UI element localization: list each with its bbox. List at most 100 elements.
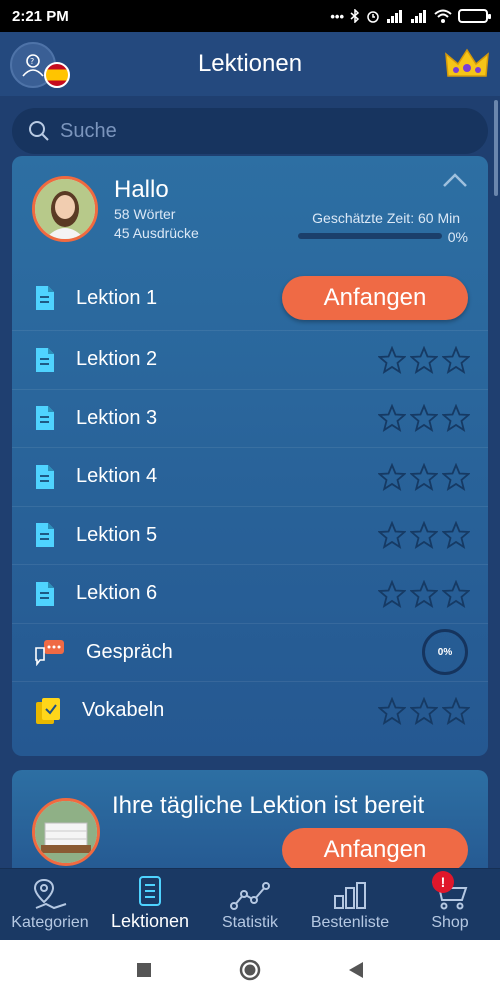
conversation-label: Gespräch: [86, 640, 173, 663]
star-icon: [410, 404, 438, 433]
calendar-image: [32, 798, 100, 866]
star-icon: [410, 696, 438, 725]
star-icon: [442, 345, 470, 374]
crown-icon[interactable]: [444, 46, 490, 82]
more-dots-icon: •••: [330, 8, 344, 24]
lesson-label: Lektion 3: [76, 406, 158, 429]
star-icon: [442, 462, 470, 491]
daily-start-button[interactable]: Anfangen: [282, 828, 468, 868]
star-icon: [442, 521, 470, 550]
nav-lessons-label: Lektionen: [110, 911, 190, 931]
lesson-row[interactable]: Lektion 1 Anfangen: [12, 266, 488, 330]
lesson-document-icon: [36, 581, 54, 606]
search-placeholder: Suche: [60, 119, 117, 142]
star-icon: [378, 404, 406, 433]
star-icon: [442, 579, 470, 608]
signal-icon: [387, 10, 402, 23]
nav-statistics-label: Statistik: [221, 914, 278, 931]
star-icon: [442, 404, 470, 433]
chevron-up-icon[interactable]: [442, 172, 468, 188]
vocabulary-row[interactable]: Vokabeln: [12, 681, 488, 740]
home-icon[interactable]: [238, 958, 262, 982]
nav-shop[interactable]: ! Shop: [400, 869, 500, 940]
lesson-row[interactable]: Lektion 4: [12, 447, 488, 506]
chat-bubbles-icon: [35, 640, 64, 667]
leaderboard-bars-icon: [334, 882, 366, 909]
scrollbar[interactable]: [494, 100, 498, 196]
star-icon: [410, 345, 438, 374]
conversation-progress-ring: 0%: [422, 629, 468, 676]
bottom-navigation: Kategorien Lektionen Statistik Bestenlis…: [0, 868, 500, 940]
star-icon: [410, 579, 438, 608]
shop-alert-badge: !: [432, 871, 454, 893]
lesson-rating: [378, 345, 470, 374]
lesson-label: Lektion 2: [76, 348, 158, 371]
star-icon: [410, 462, 438, 491]
vocabulary-cards-icon: [36, 697, 60, 724]
calendar-icon: [35, 801, 97, 863]
lesson-row[interactable]: Lektion 2: [12, 330, 488, 389]
stats-line-icon: [230, 882, 270, 910]
lesson-document-icon: [36, 406, 54, 431]
lessons-content[interactable]: Suche Hallo 58 Wörter 45 Ausdrücke Gesch…: [0, 96, 500, 868]
nav-leaderboard-label: Bestenliste: [310, 914, 390, 931]
lesson-rating: [378, 462, 470, 491]
nav-shop-label: Shop: [431, 914, 469, 931]
battery-icon: [458, 9, 491, 23]
lesson-rating: [378, 521, 470, 550]
lesson-rating: [378, 579, 470, 608]
start-lesson-button[interactable]: Anfangen: [282, 276, 468, 320]
lesson-label: Lektion 4: [76, 465, 158, 488]
lesson-list: Lektion 1 Anfangen Lektion 2 Lektion 3 Lekti…: [12, 266, 488, 740]
svg-text:?: ?: [30, 57, 34, 66]
star-icon: [378, 696, 406, 725]
nav-statistics[interactable]: Statistik: [200, 869, 300, 940]
system-navigation: [0, 940, 500, 1000]
nav-lessons[interactable]: Lektionen: [100, 869, 200, 940]
nav-categories-label: Kategorien: [11, 914, 89, 931]
course-progress-bar: [298, 233, 442, 239]
nav-categories[interactable]: Kategorien: [0, 869, 100, 940]
user-help-icon: ?: [22, 54, 44, 77]
lesson-document-icon: [36, 464, 54, 489]
lesson-row[interactable]: Lektion 3: [12, 388, 488, 448]
star-icon: [378, 521, 406, 550]
map-pin-icon: [33, 878, 67, 910]
nav-leaderboard[interactable]: Bestenliste: [300, 869, 400, 940]
back-icon[interactable]: [348, 961, 364, 979]
conversation-row[interactable]: Gespräch 0%: [12, 622, 488, 682]
lesson-row[interactable]: Lektion 5: [12, 505, 488, 565]
recent-apps-icon[interactable]: [136, 962, 152, 978]
star-icon: [378, 345, 406, 374]
spain-flag-icon[interactable]: [44, 62, 70, 88]
lesson-row[interactable]: Lektion 6: [12, 564, 488, 623]
daily-lesson-card: Ihre tägliche Lektion ist bereit Anfange…: [12, 770, 488, 868]
signal-icon-2: [411, 10, 426, 23]
lessons-book-icon: [139, 876, 161, 906]
daily-lesson-title: Ihre tägliche Lektion ist bereit: [112, 792, 425, 819]
course-card: Hallo 58 Wörter 45 Ausdrücke Geschätzte …: [12, 156, 488, 756]
app-header: ? Lektionen: [0, 32, 500, 96]
avatar: [32, 176, 98, 242]
search-input[interactable]: Suche: [12, 108, 488, 154]
wifi-icon: [434, 9, 452, 23]
phrases-count: 45 Ausdrücke: [114, 225, 199, 241]
lesson-label: Lektion 1: [76, 286, 158, 309]
course-progress-percent: 0%: [447, 229, 468, 245]
estimated-time: Geschätzte Zeit: 60 Min: [312, 210, 460, 226]
lesson-document-icon: [36, 286, 54, 310]
page-title: Lektionen: [197, 50, 303, 77]
star-icon: [378, 579, 406, 608]
star-icon: [410, 521, 438, 550]
lesson-rating: [378, 404, 470, 433]
star-icon: [378, 462, 406, 491]
lesson-document-icon: [36, 523, 54, 548]
words-count: 58 Wörter: [114, 206, 176, 222]
woman-portrait-icon: [35, 179, 95, 239]
greeting: Hallo: [114, 176, 169, 203]
lesson-label: Lektion 6: [76, 582, 158, 605]
vocabulary-rating: [378, 696, 470, 725]
status-time: 2:21 PM: [12, 7, 69, 25]
status-icons: •••: [330, 8, 491, 24]
status-bar: 2:21 PM •••: [0, 0, 500, 32]
